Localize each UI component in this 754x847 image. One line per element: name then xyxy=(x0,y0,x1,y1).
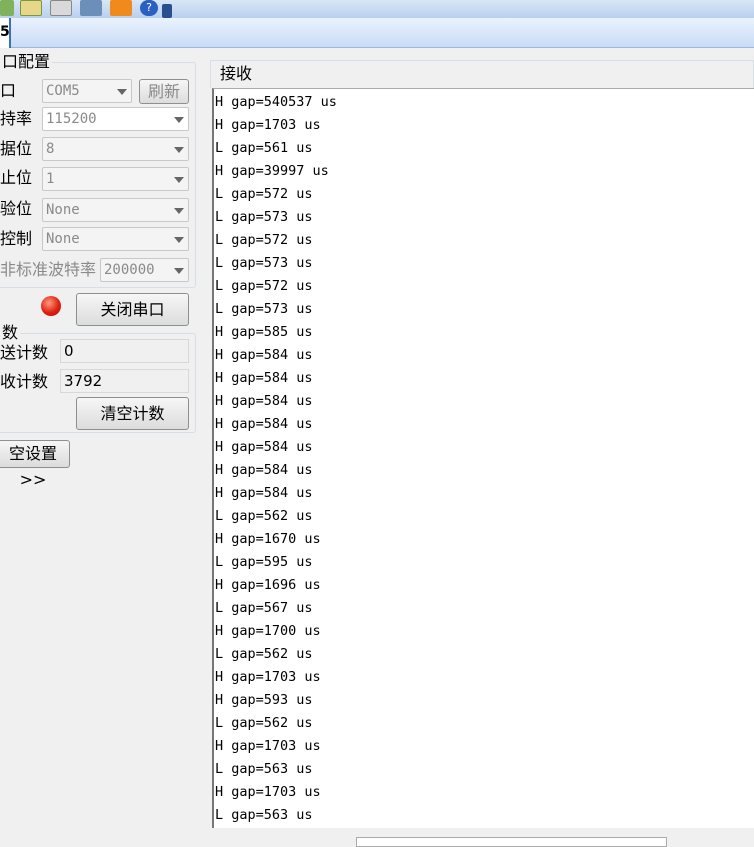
data-bits-label: 据位 xyxy=(0,139,33,158)
send-count-label: 送计数 xyxy=(0,343,49,362)
receive-line: L gap=572 us xyxy=(215,278,313,294)
more-settings-button[interactable]: 空设置>> xyxy=(0,440,70,489)
port-status-indicator xyxy=(41,296,61,316)
port-select[interactable]: COM5 xyxy=(42,79,132,103)
receive-line: L gap=563 us xyxy=(215,807,313,823)
stop-bits-value: 1 xyxy=(46,171,55,187)
chevron-down-icon xyxy=(174,237,184,243)
count-title: 数 xyxy=(0,323,21,343)
receive-line: H gap=593 us xyxy=(215,692,313,708)
horizontal-scrollbar[interactable] xyxy=(356,837,667,847)
upload-icon[interactable] xyxy=(110,0,132,16)
computer-icon[interactable] xyxy=(80,0,102,16)
receive-line: H gap=1700 us xyxy=(215,623,321,639)
receive-line: H gap=1703 us xyxy=(215,784,321,800)
receive-line: H gap=1696 us xyxy=(215,577,321,593)
receive-line: H gap=584 us xyxy=(215,462,313,478)
parity-select[interactable]: None xyxy=(42,198,189,222)
data-bits-value: 8 xyxy=(46,141,55,157)
chevron-down-icon xyxy=(117,89,127,95)
recv-count-label: 收计数 xyxy=(0,372,49,391)
send-count-field: 0 xyxy=(60,339,189,363)
receive-line: L gap=573 us xyxy=(215,255,313,271)
receive-line: L gap=573 us xyxy=(215,301,313,317)
nonstandard-baud-select[interactable]: 200000 xyxy=(100,258,189,282)
receive-line: H gap=584 us xyxy=(215,370,313,386)
receive-line: H gap=584 us xyxy=(215,416,313,432)
columns-icon[interactable] xyxy=(20,0,42,16)
flow-control-label: 控制 xyxy=(0,229,33,248)
close-port-button[interactable]: 关闭串口 xyxy=(76,293,189,326)
chevron-down-icon xyxy=(174,117,184,123)
receive-line: L gap=562 us xyxy=(215,715,313,731)
receive-line: H gap=584 us xyxy=(215,485,313,501)
port-config-title: 口配置 xyxy=(0,52,53,72)
receive-line: H gap=585 us xyxy=(215,324,313,340)
port-value: COM5 xyxy=(46,83,80,99)
data-bits-select[interactable]: 8 xyxy=(42,137,189,161)
calculator-icon[interactable] xyxy=(50,0,72,16)
clear-count-button[interactable]: 清空计数 xyxy=(76,397,189,430)
help-icon[interactable]: ? xyxy=(140,0,158,16)
receive-line: L gap=572 us xyxy=(215,232,313,248)
receive-line: L gap=563 us xyxy=(215,761,313,777)
baud-select[interactable]: 115200 xyxy=(42,107,189,131)
receive-title: 接收 xyxy=(220,64,253,83)
baud-label: 持率 xyxy=(0,109,33,128)
receive-line: H gap=1703 us xyxy=(215,738,321,754)
receive-line: H gap=540537 us xyxy=(215,94,337,110)
stop-bits-label: 止位 xyxy=(0,168,33,187)
refresh-button[interactable]: 刷新 xyxy=(139,79,189,104)
toolbar: ? xyxy=(0,0,754,18)
chevron-down-icon xyxy=(174,268,184,274)
receive-line: L gap=567 us xyxy=(215,600,313,616)
chevron-down-icon xyxy=(174,147,184,153)
nonstandard-baud-value: 200000 xyxy=(104,262,155,278)
tab-active[interactable]: 5 xyxy=(0,18,11,48)
receive-line: L gap=595 us xyxy=(215,554,313,570)
parity-label: 验位 xyxy=(0,199,33,218)
stop-bits-select[interactable]: 1 xyxy=(42,167,189,191)
receive-textarea[interactable]: H gap=540537 us H gap=1703 us L gap=561 us… xyxy=(212,88,754,828)
chevron-down-icon xyxy=(174,177,184,183)
receive-header xyxy=(210,60,754,88)
receive-line: L gap=561 us xyxy=(215,140,313,156)
nonstandard-baud-label: 非标准波特率 xyxy=(0,260,97,279)
receive-line: L gap=573 us xyxy=(215,209,313,225)
receive-line: L gap=572 us xyxy=(215,186,313,202)
receive-line: H gap=1703 us xyxy=(215,117,321,133)
list-icon[interactable] xyxy=(0,0,14,16)
tab-strip xyxy=(0,18,754,48)
receive-line: H gap=584 us xyxy=(215,393,313,409)
flow-control-value: None xyxy=(46,231,80,247)
receive-line: L gap=562 us xyxy=(215,508,313,524)
receive-line: H gap=584 us xyxy=(215,439,313,455)
receive-line: H gap=584 us xyxy=(215,347,313,363)
receive-line: H gap=39997 us xyxy=(215,163,329,179)
parity-value: None xyxy=(46,202,80,218)
overflow-icon[interactable] xyxy=(162,4,172,18)
receive-line: L gap=562 us xyxy=(215,646,313,662)
recv-count-field: 3792 xyxy=(60,369,189,393)
baud-value: 115200 xyxy=(46,111,97,127)
chevron-down-icon xyxy=(174,208,184,214)
flow-control-select[interactable]: None xyxy=(42,227,189,251)
port-label: 口 xyxy=(0,81,17,100)
receive-line: H gap=1703 us xyxy=(215,669,321,685)
receive-line: H gap=1670 us xyxy=(215,531,321,547)
